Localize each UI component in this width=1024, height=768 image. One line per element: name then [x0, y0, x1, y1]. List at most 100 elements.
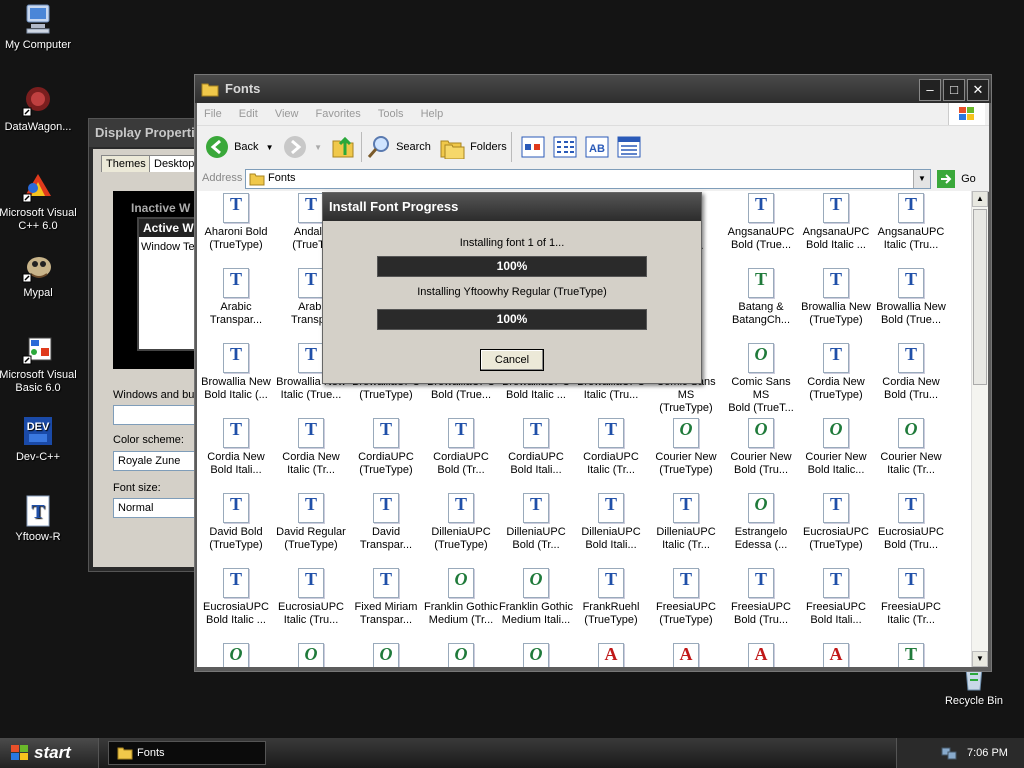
desktop-icon-my-computer[interactable]: My Computer [0, 2, 80, 52]
font-item[interactable]: O Courier New Bold (Tru... [724, 418, 798, 477]
font-item[interactable]: T Aharoni Bold (TrueType) [199, 193, 273, 252]
font-item[interactable]: T FreesiaUPC Bold Itali... [799, 568, 873, 627]
font-item[interactable]: T FreesiaUPC Bold (Tru... [724, 568, 798, 627]
font-item[interactable]: T FreesiaUPC Italic (Tr... [874, 568, 948, 627]
up-folder-button[interactable] [331, 134, 357, 160]
font-item[interactable]: T EucrosiaUPC Bold Italic ... [199, 568, 273, 627]
cancel-button[interactable]: Cancel [480, 349, 544, 371]
view-list-button[interactable] [553, 134, 577, 160]
font-item[interactable]: O Franklin Gothic Medium (Tr... [424, 568, 498, 627]
font-type-label: (TrueType) [209, 539, 263, 551]
view-large-icons-button[interactable] [521, 134, 545, 160]
view-similarity-button[interactable]: AB [585, 134, 609, 160]
desktop-icon-visual-basic[interactable]: Microsoft Visual Basic 6.0 [0, 332, 80, 395]
desktop-icon-datawagon[interactable]: DataWagon... [0, 84, 80, 134]
tab-themes[interactable]: Themes [101, 155, 151, 172]
menu-favorites[interactable]: Favorites [309, 103, 368, 125]
font-item[interactable]: T CordiaUPC Bold (Tr... [424, 418, 498, 477]
install-font-progress-dialog[interactable]: Install Font Progress Installing font 1 … [322, 192, 702, 384]
font-item[interactable]: O Comic Sans MS Bold (TrueT... [724, 343, 798, 415]
search-button[interactable]: Search [367, 134, 431, 160]
scroll-thumb[interactable] [973, 209, 987, 385]
font-item[interactable]: A [649, 643, 723, 667]
menu-edit[interactable]: Edit [232, 103, 265, 125]
font-item[interactable]: T Batang & BatangCh... [724, 268, 798, 327]
forward-button[interactable]: ▼ [283, 134, 322, 160]
font-type-label: (TrueType) [809, 539, 863, 551]
font-item[interactable]: O [499, 643, 573, 667]
address-dropdown-button[interactable]: ▼ [913, 170, 930, 188]
taskbar-item-fonts[interactable]: Fonts [108, 741, 266, 765]
font-item[interactable]: T David Bold (TrueType) [199, 493, 273, 552]
font-item[interactable]: A [724, 643, 798, 667]
font-item[interactable]: A [799, 643, 873, 667]
minimize-button[interactable]: – [919, 79, 941, 101]
font-item[interactable]: T DilleniaUPC (TrueType) [424, 493, 498, 552]
font-item[interactable]: T [874, 643, 948, 667]
desktop-icon-yftoow-r[interactable]: T Yftoow-R [0, 494, 80, 544]
tab-desktop[interactable]: Desktop [149, 155, 200, 172]
font-item[interactable]: T CordiaUPC Italic (Tr... [574, 418, 648, 477]
font-item[interactable]: O [424, 643, 498, 667]
font-item[interactable]: T AngsanaUPC Bold (True... [724, 193, 798, 252]
font-item[interactable]: T David Regular (TrueType) [274, 493, 348, 552]
scroll-up-button[interactable]: ▲ [972, 191, 988, 207]
font-item[interactable]: O [199, 643, 273, 667]
network-tray-icon[interactable] [941, 745, 957, 761]
font-item[interactable]: O Courier New Italic (Tr... [874, 418, 948, 477]
close-button[interactable]: ✕ [967, 79, 989, 101]
menu-file[interactable]: File [197, 103, 229, 125]
maximize-button[interactable]: □ [943, 79, 965, 101]
forward-dropdown-icon[interactable]: ▼ [314, 143, 322, 152]
clock[interactable]: 7:06 PM [967, 738, 1008, 768]
font-item[interactable]: T Browallia New Bold Italic (... [199, 343, 273, 402]
desktop-icon-visual-cpp[interactable]: Microsoft Visual C++ 6.0 [0, 170, 80, 233]
font-item[interactable]: T EucrosiaUPC Italic (Tru... [274, 568, 348, 627]
font-item[interactable]: T DilleniaUPC Bold Itali... [574, 493, 648, 552]
font-item[interactable]: T Browallia New (TrueType) [799, 268, 873, 327]
font-item[interactable]: O Estrangelo Edessa (... [724, 493, 798, 552]
desktop-icon-mypal[interactable]: Mypal [0, 250, 80, 300]
font-item[interactable]: O Franklin Gothic Medium Itali... [499, 568, 573, 627]
font-item[interactable]: T Cordia New (TrueType) [799, 343, 873, 402]
font-item[interactable]: A [574, 643, 648, 667]
back-dropdown-icon[interactable]: ▼ [266, 143, 274, 152]
font-item[interactable]: T Cordia New Bold (Tru... [874, 343, 948, 402]
address-field[interactable]: Fonts ▼ [245, 169, 931, 189]
font-item[interactable]: T AngsanaUPC Italic (Tru... [874, 193, 948, 252]
vertical-scrollbar[interactable]: ▲ ▼ [971, 191, 988, 667]
font-item[interactable]: T FrankRuehl (TrueType) [574, 568, 648, 627]
scroll-down-button[interactable]: ▼ [972, 651, 988, 667]
view-details-button[interactable] [617, 134, 641, 160]
font-item[interactable]: T David Transpar... [349, 493, 423, 552]
font-item[interactable]: T Cordia New Bold Itali... [199, 418, 273, 477]
font-item[interactable]: T Browallia New Bold (True... [874, 268, 948, 327]
font-item[interactable]: T Arabic Transpar... [199, 268, 273, 327]
desktop-icon-dev-cpp[interactable]: DEV Dev-C++ [0, 414, 80, 464]
font-item[interactable]: T Fixed Miriam Transpar... [349, 568, 423, 627]
menu-view[interactable]: View [268, 103, 306, 125]
back-button[interactable]: Back ▼ [205, 134, 274, 160]
font-item[interactable]: T DilleniaUPC Italic (Tr... [649, 493, 723, 552]
font-item[interactable]: T EucrosiaUPC Bold (Tru... [874, 493, 948, 552]
go-button[interactable]: Go [937, 169, 976, 189]
font-item[interactable]: T CordiaUPC Bold Itali... [499, 418, 573, 477]
font-item[interactable]: T AngsanaUPC Bold Italic ... [799, 193, 873, 252]
font-item[interactable]: T FreesiaUPC (TrueType) [649, 568, 723, 627]
font-item[interactable]: O Courier New (TrueType) [649, 418, 723, 477]
fonts-titlebar[interactable]: Fonts – □ ✕ [195, 75, 991, 103]
font-item[interactable]: T CordiaUPC (TrueType) [349, 418, 423, 477]
font-item[interactable]: O Courier New Bold Italic... [799, 418, 873, 477]
font-item[interactable]: T Cordia New Italic (Tr... [274, 418, 348, 477]
font-item[interactable]: O [349, 643, 423, 667]
font-item[interactable]: T EucrosiaUPC (TrueType) [799, 493, 873, 552]
folders-button[interactable]: Folders [439, 134, 507, 160]
menu-tools[interactable]: Tools [371, 103, 411, 125]
start-button[interactable]: start [0, 738, 99, 768]
font-item[interactable]: O [274, 643, 348, 667]
menu-help[interactable]: Help [414, 103, 451, 125]
truetype-font-icon: T [598, 568, 624, 598]
toolbar-separator [361, 132, 362, 162]
display-properties-window[interactable]: Display Properti Themes Desktop Inactive… [88, 118, 211, 572]
font-item[interactable]: T DilleniaUPC Bold (Tr... [499, 493, 573, 552]
